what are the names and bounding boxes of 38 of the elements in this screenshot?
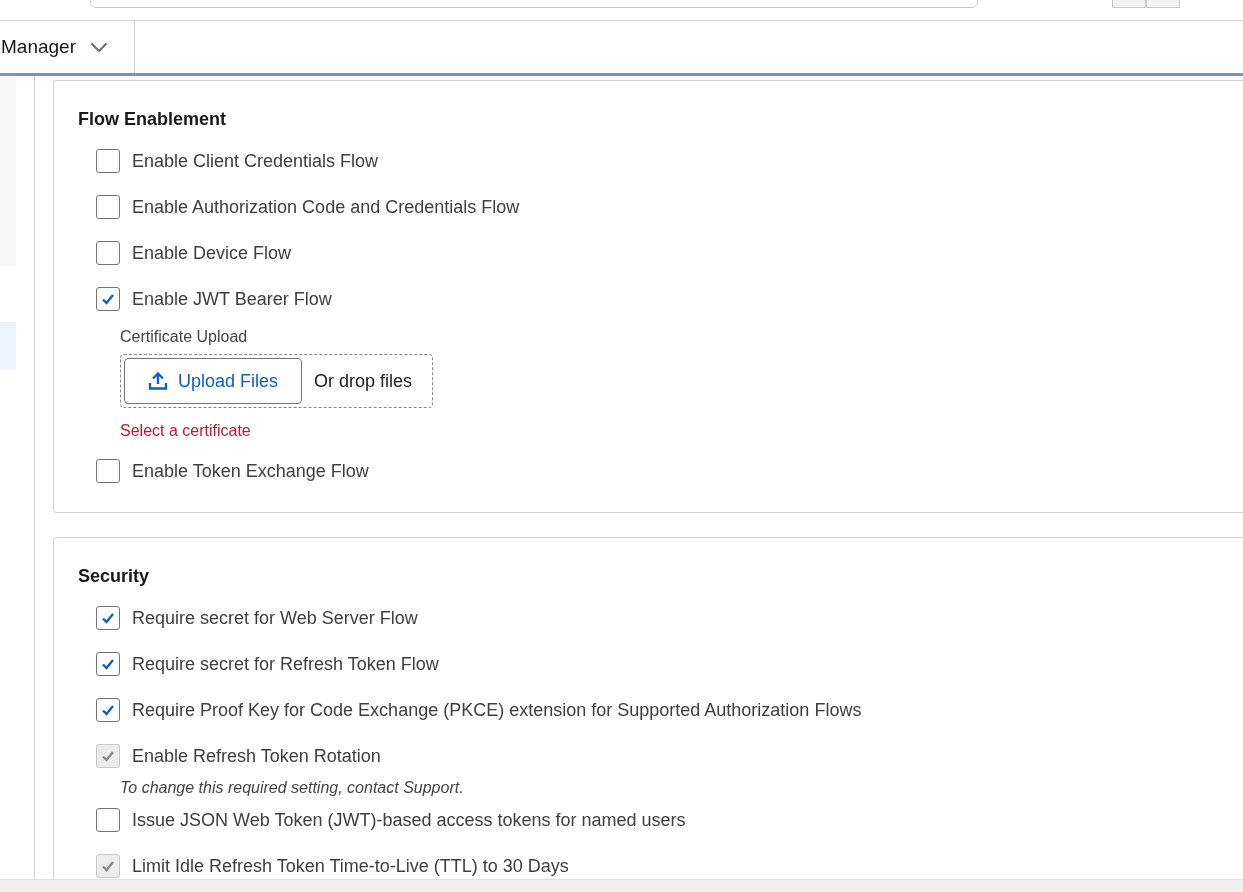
field-label: Certificate Upload bbox=[120, 328, 248, 346]
checkbox-label: Require Proof Key for Code Exchange (PKCE) extension for Supported Authorization Flows bbox=[132, 699, 862, 721]
setting-note: To change this required setting, contact Support. bbox=[119, 779, 464, 796]
checkbox[interactable] bbox=[96, 195, 120, 219]
checkmark-icon bbox=[101, 860, 115, 872]
checkbox-label: Enable Client Credentials Flow bbox=[132, 150, 379, 172]
section-title: Security bbox=[78, 566, 151, 587]
drop-hint: Or drop files bbox=[314, 370, 413, 392]
checkbox-label: Require secret for Web Server Flow bbox=[132, 607, 418, 629]
checkmark-icon bbox=[101, 293, 115, 305]
checkbox-label: Issue JSON Web Token (JWT)-based access tokens for named users bbox=[132, 809, 686, 831]
checkbox[interactable] bbox=[96, 459, 120, 483]
checkbox-label: Enable Authorization Code and Credentials Flow bbox=[132, 196, 520, 218]
checkbox-label: Enable Token Exchange Flow bbox=[132, 460, 369, 482]
section-title: Flow Enablement bbox=[78, 109, 228, 130]
checkmark-icon bbox=[101, 704, 115, 716]
checkmark-icon bbox=[101, 658, 115, 670]
checkmark-icon bbox=[101, 612, 115, 624]
checkbox-label: Enable JWT Bearer Flow bbox=[132, 288, 332, 310]
checkbox-label: Enable Device Flow bbox=[132, 242, 292, 264]
nav-tab[interactable]: Manager bbox=[0, 21, 135, 73]
horizontal-scrollbar[interactable] bbox=[0, 879, 1243, 892]
checkbox-label: Limit Idle Refresh Token Time-to-Live (TTL) to 30 Days bbox=[132, 855, 569, 877]
upload-icon bbox=[148, 372, 168, 390]
checkbox[interactable] bbox=[96, 652, 120, 676]
upload-button[interactable]: Upload Files bbox=[124, 358, 303, 404]
error-message: Select a certificate bbox=[120, 422, 251, 440]
checkbox[interactable] bbox=[96, 808, 120, 832]
file-drop-zone[interactable]: Upload Files Or drop files bbox=[120, 354, 434, 408]
checkbox[interactable] bbox=[96, 698, 120, 722]
checkbox[interactable] bbox=[96, 241, 120, 265]
checkbox[interactable] bbox=[96, 149, 120, 173]
checkbox-label: Enable Refresh Token Rotation bbox=[132, 745, 381, 767]
checkbox-label: Require secret for Refresh Token Flow bbox=[132, 653, 439, 675]
checkbox[interactable] bbox=[96, 606, 120, 630]
checkbox[interactable] bbox=[96, 287, 120, 311]
checkmark-icon bbox=[101, 750, 115, 762]
chevron-down-icon bbox=[90, 41, 108, 53]
